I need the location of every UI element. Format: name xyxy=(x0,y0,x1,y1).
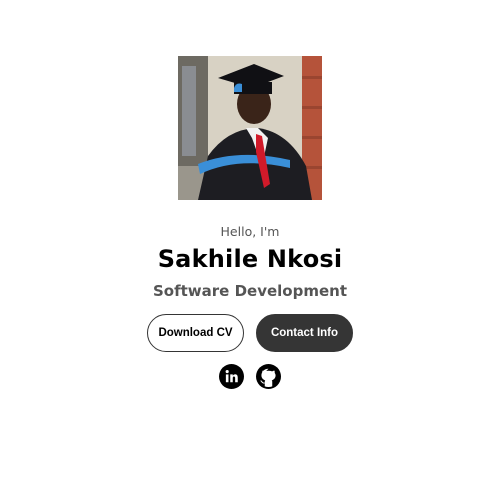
profile-role: Software Development xyxy=(153,282,347,300)
profile-name: Sakhile Nkosi xyxy=(157,245,343,273)
linkedin-icon[interactable] xyxy=(219,364,244,389)
contact-info-button[interactable]: Contact Info xyxy=(256,314,353,352)
greeting: Hello, I'm xyxy=(220,224,280,239)
github-icon[interactable] xyxy=(256,364,281,389)
download-cv-button[interactable]: Download CV xyxy=(147,314,244,352)
profile-photo xyxy=(178,56,322,200)
